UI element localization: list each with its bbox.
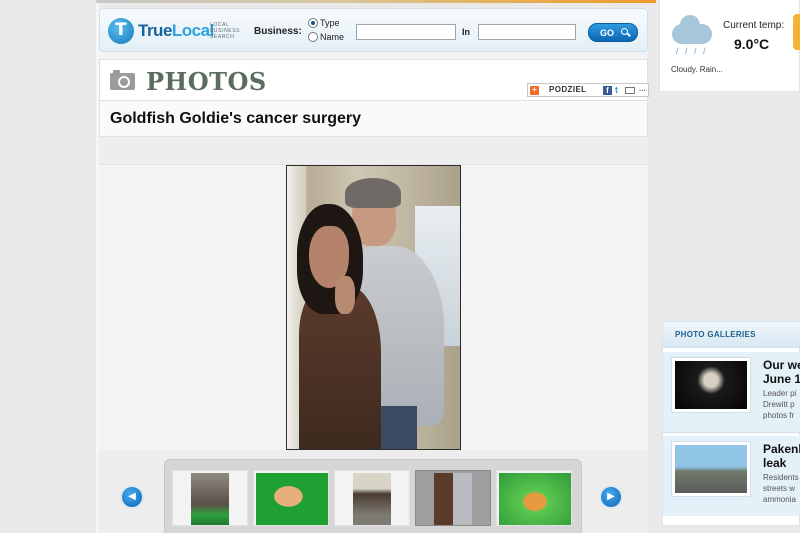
business-input[interactable]	[356, 24, 456, 40]
rain-cloud-icon	[672, 15, 712, 44]
thumbnail-5[interactable]	[496, 470, 572, 526]
thumbnail-1[interactable]	[172, 470, 248, 526]
article-title: Goldfish Goldie's cancer surgery	[110, 110, 361, 127]
gallery-title[interactable]: Our we June 1	[763, 358, 800, 386]
thumbnail-2[interactable]	[253, 470, 329, 526]
in-label: In	[462, 27, 470, 37]
business-search-bar: T TrueLocal LOCAL BUSINESS SEARCH Busine…	[99, 8, 648, 52]
share-more-icon[interactable]: ...	[639, 84, 646, 93]
share-plus-icon[interactable]: +	[530, 86, 539, 95]
gallery-thumbnail[interactable]	[671, 441, 751, 497]
weather-description: Cloudy. Rain...	[671, 65, 723, 74]
photos-header: PHOTOS + PODZIEL f t ...	[99, 59, 649, 101]
gallery-thumbnail[interactable]	[671, 357, 751, 413]
photo-galleries-panel: PHOTO GALLERIES Our we June 1 Leader pi Dr…	[662, 321, 800, 526]
top-banner-strip	[96, 0, 656, 3]
gallery-text: Residents streets w ammonia	[763, 473, 799, 504]
next-arrow-icon[interactable]: ▶	[599, 485, 623, 509]
thumbnail-carousel	[164, 459, 582, 533]
search-icon	[621, 28, 628, 35]
page-left-margin	[0, 0, 99, 533]
gallery-text: Leader pi Drewitt p photos fr	[763, 389, 797, 420]
main-content: T TrueLocal LOCAL BUSINESS SEARCH Busine…	[99, 8, 649, 533]
truelocal-brand[interactable]: TrueLocal	[138, 21, 214, 41]
photos-section-title: PHOTOS	[146, 67, 267, 96]
radio-type-label[interactable]: Type	[320, 18, 340, 28]
business-label: Business:	[254, 26, 302, 37]
radio-name[interactable]	[308, 32, 318, 42]
current-temp-label: Current temp:	[723, 20, 785, 31]
email-icon[interactable]	[625, 87, 635, 94]
gallery-item[interactable]: Pakenhleak Residentsstreets wammonia	[663, 436, 800, 516]
brand-tagline: LOCAL BUSINESS SEARCH	[210, 22, 241, 40]
photo-galleries-header: PHOTO GALLERIES	[663, 322, 800, 348]
rain-drops: / / / /	[676, 46, 708, 56]
radio-name-label[interactable]: Name	[320, 32, 344, 42]
facebook-icon[interactable]: f	[603, 86, 612, 95]
gallery-item[interactable]: Our we June 1 Leader pi Drewitt p photos fr	[663, 352, 800, 432]
thumbnail-3[interactable]	[334, 470, 410, 526]
location-input[interactable]	[478, 24, 576, 40]
article-subbar	[99, 137, 648, 165]
truelocal-logo-icon[interactable]: T	[108, 18, 134, 44]
share-label[interactable]: PODZIEL	[549, 85, 586, 94]
article-title-bar: Goldfish Goldie's cancer surgery	[99, 101, 648, 137]
camera-icon	[110, 70, 135, 90]
go-button[interactable]: GO	[588, 23, 638, 42]
radio-type[interactable]	[308, 18, 318, 28]
twitter-icon[interactable]: t	[615, 85, 618, 95]
thumbnail-4-selected[interactable]	[415, 470, 491, 526]
previous-arrow-icon[interactable]: ◀	[120, 485, 144, 509]
share-widget[interactable]: + PODZIEL f t ...	[527, 83, 649, 97]
weather-widget: / / / / Current temp: 9.0°C Cloudy. Rain…	[659, 0, 800, 92]
main-photo[interactable]	[286, 165, 461, 450]
current-temp-value: 9.0°C	[734, 36, 770, 52]
gallery-title[interactable]: Pakenhleak	[763, 442, 800, 470]
orange-side-tab[interactable]	[793, 14, 800, 50]
